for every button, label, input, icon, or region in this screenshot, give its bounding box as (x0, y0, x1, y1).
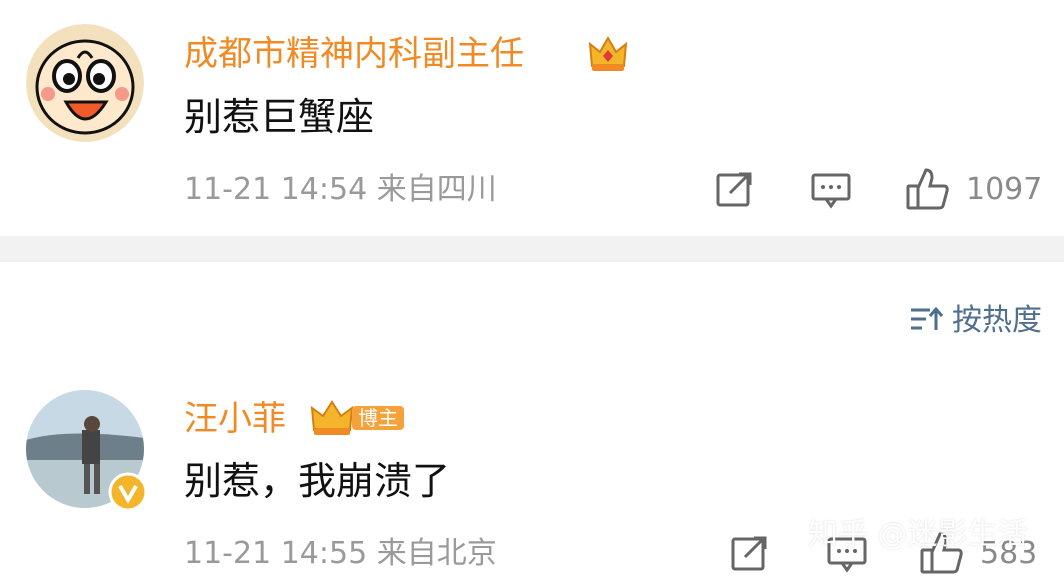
comment-author[interactable]: 成都市精神内科副主任 (184, 37, 524, 71)
divider (0, 236, 1064, 262)
comment-text: 别惹，我崩溃了 (184, 459, 451, 503)
comment-meta: 11-21 14:55 来自北京 (184, 536, 497, 571)
share-icon[interactable] (715, 170, 755, 212)
crown-icon (586, 32, 630, 78)
comment-meta: 11-21 14:54 来自四川 (184, 172, 497, 207)
avatar[interactable] (26, 24, 144, 142)
verified-v-icon (108, 472, 148, 516)
comment-icon[interactable] (810, 172, 852, 214)
share-icon[interactable] (730, 534, 770, 576)
like-count: 1097 (966, 172, 1043, 207)
blogger-badge: 博主 (352, 406, 404, 430)
watermark: 知乎 @迷影生活 (808, 517, 1028, 552)
sort-icon (908, 304, 944, 340)
comment-text: 别惹巨蟹座 (184, 95, 375, 139)
crown-icon (308, 396, 356, 442)
sort-button[interactable]: 按热度 (908, 304, 1042, 340)
like-icon[interactable] (904, 166, 952, 216)
comment-author[interactable]: 汪小菲 (184, 402, 286, 436)
cartoon-face-avatar (26, 24, 144, 142)
sort-label: 按热度 (952, 303, 1042, 338)
